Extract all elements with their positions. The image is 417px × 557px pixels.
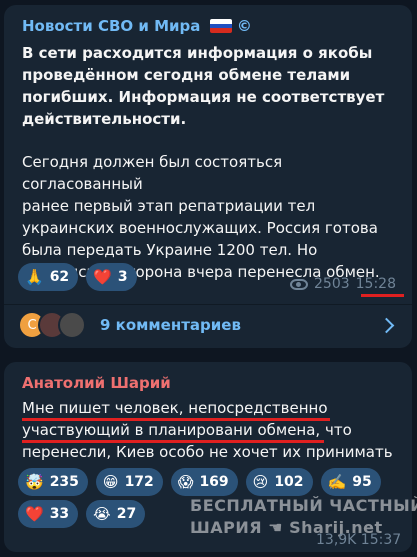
- text-line: Сегодня должен был состояться согласован…: [22, 153, 283, 193]
- post-bold-text: В сети расходится информация о якобы про…: [22, 42, 398, 130]
- text-line: перенесли, Киев особо не хочет их приним…: [22, 443, 393, 461]
- mind-blown-icon: 🤯: [25, 472, 44, 491]
- post-time: 15:28: [355, 276, 396, 292]
- reaction-count: 102: [274, 474, 304, 490]
- view-count: 2503: [314, 276, 350, 292]
- post-meta: 2503 15:28: [290, 276, 396, 292]
- reaction-cry[interactable]: 😢 102: [245, 468, 313, 496]
- reaction-count: 62: [49, 269, 70, 285]
- reaction-count: 27: [116, 506, 137, 522]
- writing-hand-icon: ✍️: [327, 472, 347, 491]
- text-line: Мне пишет человек, непосредственно: [22, 399, 328, 417]
- text-line: погибших. Информация не соответствует: [22, 88, 385, 106]
- channel-post: Новости СВО и Мира © В сети расходится и…: [4, 5, 412, 348]
- text-line: действительности.: [22, 110, 187, 128]
- text-line: была передать Украине 1200 тел. Но: [22, 241, 318, 259]
- text-line: ранее первый этап репатриации тел: [22, 197, 316, 215]
- reaction-pray[interactable]: 🙏 62: [18, 263, 79, 291]
- heart-icon: ❤️: [93, 267, 112, 286]
- text-underline: [22, 418, 330, 421]
- text-line: участвующий в планировани обмена, что: [22, 421, 352, 439]
- reaction-grin[interactable]: 😁 172: [95, 468, 163, 496]
- reaction-count: 169: [199, 474, 229, 490]
- text-line: украинских военнослужащих. Россия готова: [22, 219, 378, 237]
- reaction-heart[interactable]: ❤️ 3: [86, 263, 137, 291]
- sob-icon: 😭: [93, 504, 111, 523]
- grin-icon: 😁: [102, 472, 119, 491]
- divider: [4, 304, 412, 305]
- channel-title[interactable]: Новости СВО и Мира: [22, 17, 200, 35]
- reaction-mind-blown[interactable]: 🤯 235: [18, 468, 88, 496]
- scream-icon: 😱: [177, 472, 194, 491]
- heart-icon: ❤️: [25, 504, 44, 523]
- post-text: Мне пишет человек, непосредственно участ…: [22, 397, 398, 463]
- reaction-count: 235: [49, 474, 79, 490]
- reaction-heart[interactable]: ❤️ 33: [18, 500, 79, 528]
- avatar: [58, 311, 86, 339]
- reactions-row: ❤️ 33 😭 27: [18, 500, 146, 528]
- text-line: В сети расходится информация о якобы: [22, 44, 373, 62]
- time-underline: [361, 294, 404, 297]
- channel-suffix: ©: [236, 17, 252, 35]
- watermark-line: БЕСПЛАТНЫЙ ЧАСТНЫЙ: [190, 496, 417, 515]
- channel-name[interactable]: Новости СВО и Мира ©: [22, 17, 252, 35]
- russia-flag-icon: [209, 19, 232, 33]
- reactions: 🙏 62 ❤️ 3: [18, 263, 137, 291]
- reaction-scream[interactable]: 😱 169: [170, 468, 238, 496]
- reaction-count: 172: [124, 474, 154, 490]
- reactions-row: 🤯 235 😁 172 😱 169 😢 102 ✍️ 95: [18, 468, 381, 496]
- comments-button[interactable]: С 9 комментариев: [18, 309, 398, 341]
- reaction-writing-hand[interactable]: ✍️ 95: [320, 468, 381, 496]
- chevron-right-icon: [378, 317, 395, 333]
- comments-label: 9 комментариев: [100, 316, 241, 334]
- reaction-count: 3: [117, 269, 128, 285]
- pray-icon: 🙏: [25, 267, 44, 286]
- eye-icon: [290, 278, 308, 290]
- reaction-sob[interactable]: 😭 27: [86, 500, 146, 528]
- post-views-time: 13,9K 15:37: [316, 532, 402, 548]
- reaction-count: 33: [49, 506, 70, 522]
- text-underline: [22, 440, 324, 443]
- author-name[interactable]: Анатолий Шарий: [22, 374, 171, 392]
- reaction-count: 95: [352, 474, 372, 490]
- text-line: проведённом сегодня обмене телами: [22, 66, 351, 84]
- cry-icon: 😢: [252, 472, 269, 491]
